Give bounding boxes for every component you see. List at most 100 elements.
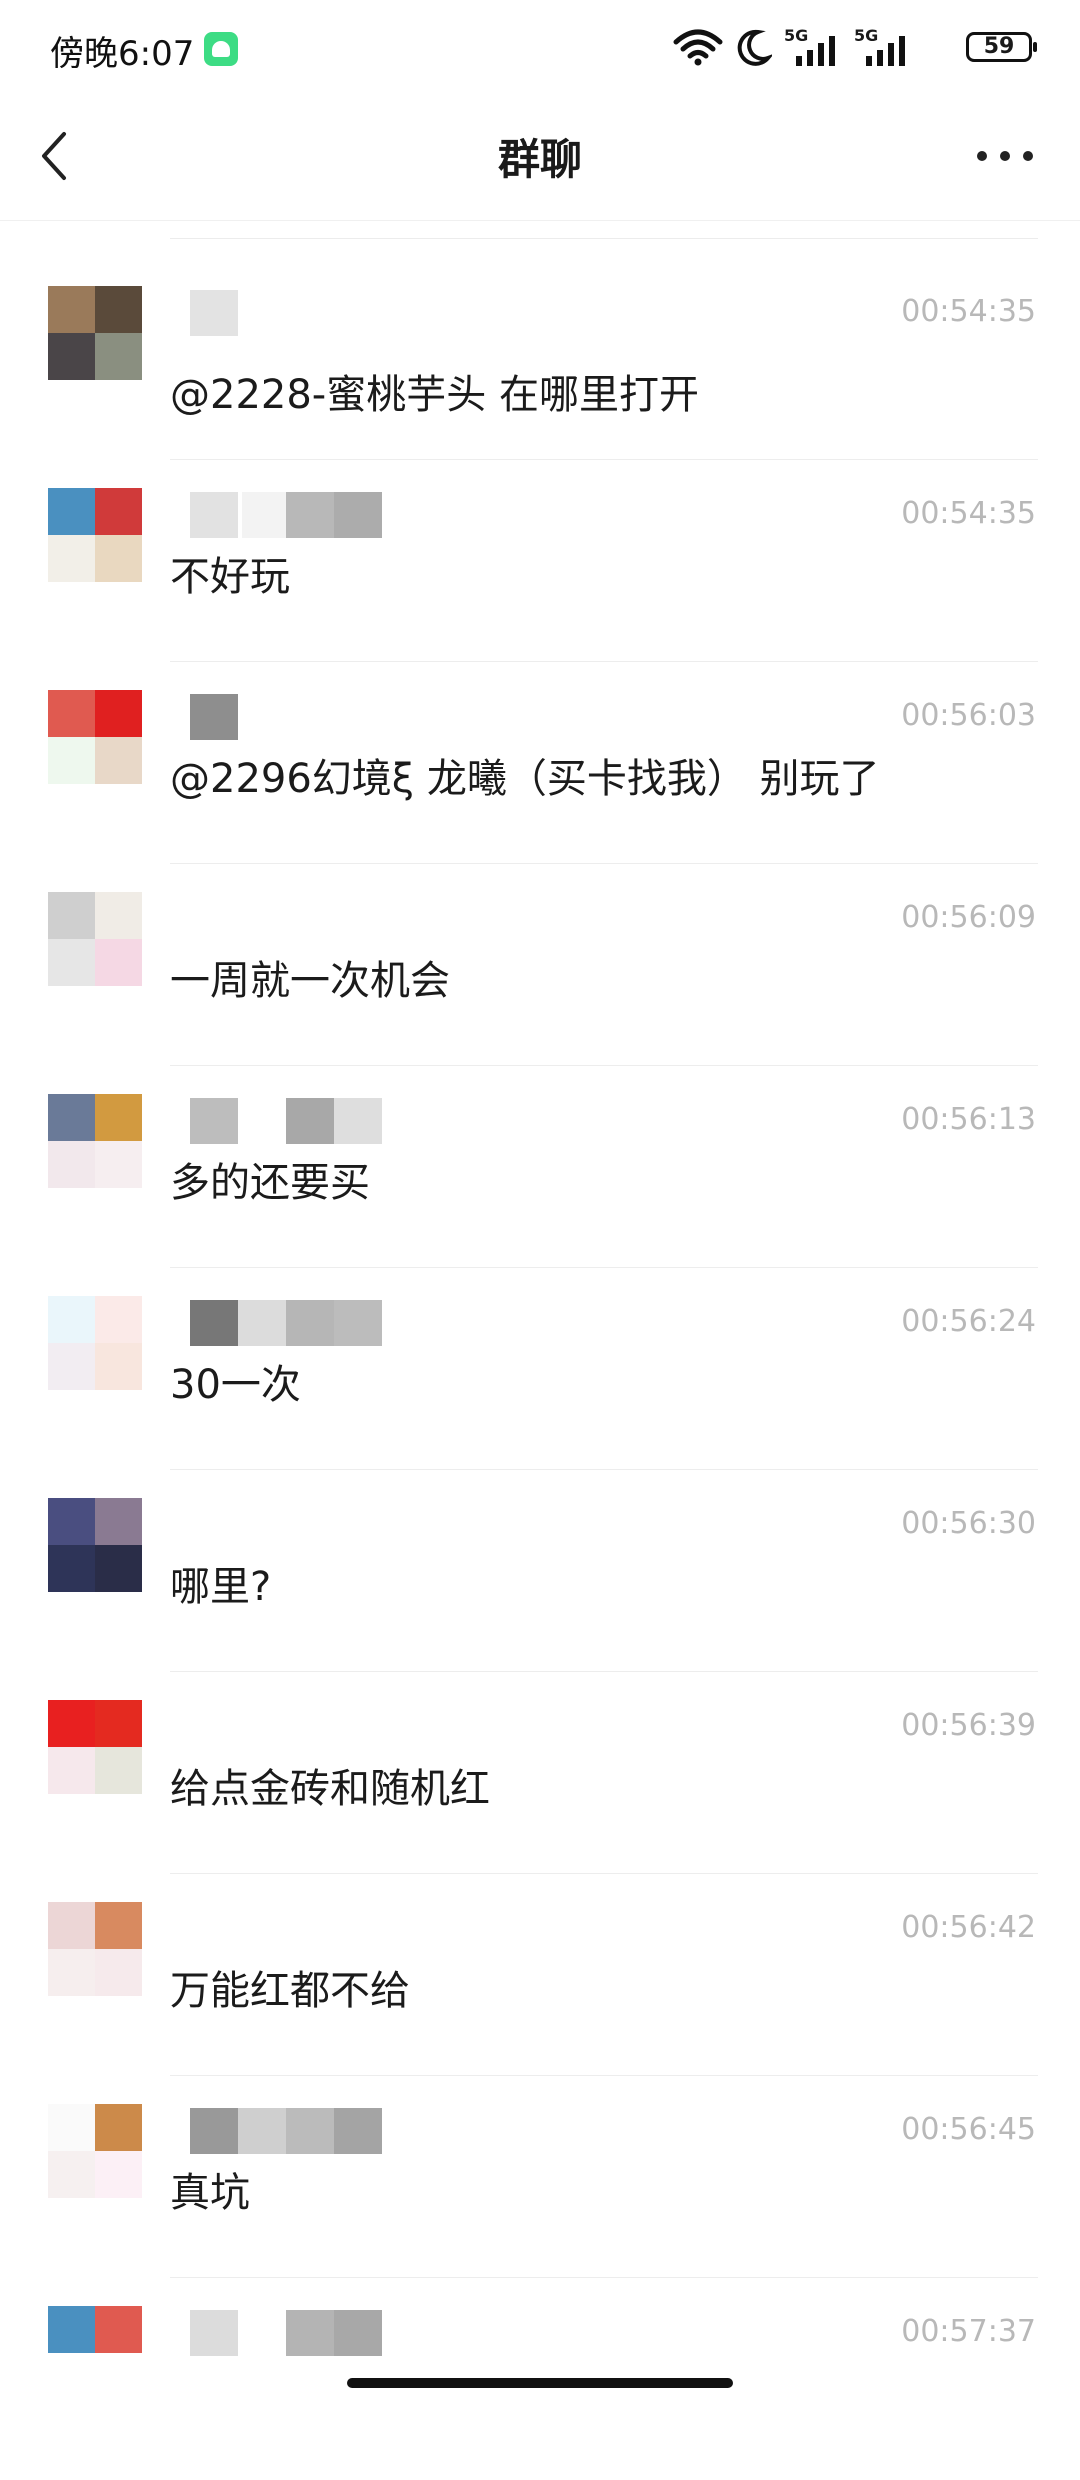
avatar-tile [95, 1296, 142, 1343]
message-text: @2296幻境ξ 龙曦（买卡找我） 别玩了 [170, 756, 880, 802]
avatar-tile [48, 2353, 95, 2400]
message-time: 00:56:39 [901, 1708, 1036, 1743]
home-indicator[interactable] [347, 2378, 733, 2388]
avatar-tile [95, 939, 142, 986]
message-item[interactable]: 00:56:39 给点金砖和随机红 [0, 1672, 1080, 1874]
message-item[interactable]: 00:56:45 真坑 [0, 2076, 1080, 2278]
message-item[interactable]: 00:56:30 哪里? [0, 1470, 1080, 1672]
avatar-tile [48, 1949, 95, 1996]
avatar[interactable] [48, 1700, 142, 1794]
avatar-tile [48, 892, 95, 939]
avatar-tile [95, 1498, 142, 1545]
avatar-tile [48, 286, 95, 333]
message-text: 哪里? [170, 1564, 272, 1610]
avatar-tile [95, 286, 142, 333]
avatar[interactable] [48, 2104, 142, 2198]
avatar-tile [48, 1141, 95, 1188]
do-not-disturb-moon-icon [737, 29, 772, 66]
avatar-tile [48, 939, 95, 986]
message-item[interactable]: 00:54:35 不好玩 [0, 460, 1080, 662]
signal-strength-icon-2 [866, 36, 905, 66]
battery-indicator: 59 [966, 32, 1037, 62]
avatar[interactable] [48, 690, 142, 784]
avatar-tile [48, 690, 95, 737]
avatar[interactable] [48, 1902, 142, 1996]
avatar-tile [48, 1094, 95, 1141]
sender-name-blurred [190, 694, 390, 740]
status-time: 傍晚6:07 [50, 34, 195, 74]
avatar-tile [48, 2151, 95, 2198]
avatar-tile [95, 2151, 142, 2198]
avatar-tile [48, 1498, 95, 1545]
avatar-tile [48, 1700, 95, 1747]
avatar-tile [48, 1296, 95, 1343]
message-item[interactable]: 00:54:35 @2228-蜜桃芋头 在哪里打开 [0, 258, 1080, 460]
chat-header: 群聊 [0, 96, 1080, 221]
avatar[interactable] [48, 1094, 142, 1188]
avatar-tile [48, 333, 95, 380]
sender-name-blurred [190, 2310, 390, 2356]
sender-name-blurred [190, 2108, 390, 2154]
sender-name-blurred [190, 492, 390, 538]
sender-name-blurred [190, 1300, 390, 1346]
avatar-tile [95, 1700, 142, 1747]
message-text: 多的还要买 [170, 1160, 370, 1206]
avatar-tile [95, 1949, 142, 1996]
signal-strength-icon [796, 36, 835, 66]
avatar[interactable] [48, 1296, 142, 1390]
avatar-tile [95, 892, 142, 939]
message-time: 00:56:13 [901, 1102, 1036, 1137]
avatar-tile [48, 1747, 95, 1794]
avatar-tile [95, 1141, 142, 1188]
message-text: 30一次 [170, 1362, 301, 1408]
avatar-tile [95, 2104, 142, 2151]
message-item[interactable]: 00:56:03 @2296幻境ξ 龙曦（买卡找我） 别玩了 [0, 662, 1080, 864]
message-time: 00:56:03 [901, 698, 1036, 733]
message-time: 00:56:09 [901, 900, 1036, 935]
avatar-tile [95, 1343, 142, 1390]
message-text: 给点金砖和随机红 [170, 1766, 490, 1812]
page-title: 群聊 [497, 135, 582, 184]
message-item[interactable]: 00:56:09 一周就一次机会 [0, 864, 1080, 1066]
sender-name-blurred [190, 290, 390, 336]
message-time: 00:56:24 [901, 1304, 1036, 1339]
message-time: 00:56:30 [901, 1506, 1036, 1541]
divider [170, 238, 1038, 239]
message-text: 一周就一次机会 [170, 958, 450, 1004]
avatar-tile [95, 2306, 142, 2353]
message-time: 00:54:35 [901, 294, 1036, 329]
avatar-tile [95, 1094, 142, 1141]
avatar-tile [95, 1747, 142, 1794]
android-notification-icon [204, 32, 238, 66]
avatar-tile [95, 2353, 142, 2400]
message-item[interactable]: 00:56:42 万能红都不给 [0, 1874, 1080, 2076]
avatar-tile [48, 737, 95, 784]
avatar[interactable] [48, 286, 142, 380]
message-item[interactable]: 00:56:13 多的还要买 [0, 1066, 1080, 1268]
avatar-tile [95, 333, 142, 380]
avatar[interactable] [48, 2306, 142, 2400]
avatar-tile [95, 690, 142, 737]
message-text: 万能红都不给 [170, 1968, 410, 2014]
avatar[interactable] [48, 892, 142, 986]
message-text: 真坑 [170, 2170, 250, 2216]
status-bar: 傍晚6:07 5G 5G 59 [0, 0, 1080, 96]
avatar-tile [48, 1545, 95, 1592]
avatar[interactable] [48, 488, 142, 582]
avatar[interactable] [48, 1498, 142, 1592]
avatar-tile [95, 1545, 142, 1592]
message-item[interactable]: 00:56:24 30一次 [0, 1268, 1080, 1470]
avatar-tile [48, 1343, 95, 1390]
status-icons: 5G 5G 59 [672, 26, 1037, 68]
message-time: 00:56:42 [901, 1910, 1036, 1945]
more-options-icon[interactable] [970, 136, 1040, 176]
avatar-tile [95, 488, 142, 535]
sender-name-blurred [190, 1098, 390, 1144]
message-time: 00:54:35 [901, 496, 1036, 531]
message-time: 00:57:37 [901, 2314, 1036, 2349]
message-time: 00:56:45 [901, 2112, 1036, 2147]
wifi-icon [673, 29, 723, 66]
avatar-tile [95, 1902, 142, 1949]
avatar-tile [48, 535, 95, 582]
message-text: @2228-蜜桃芋头 在哪里打开 [170, 372, 699, 418]
